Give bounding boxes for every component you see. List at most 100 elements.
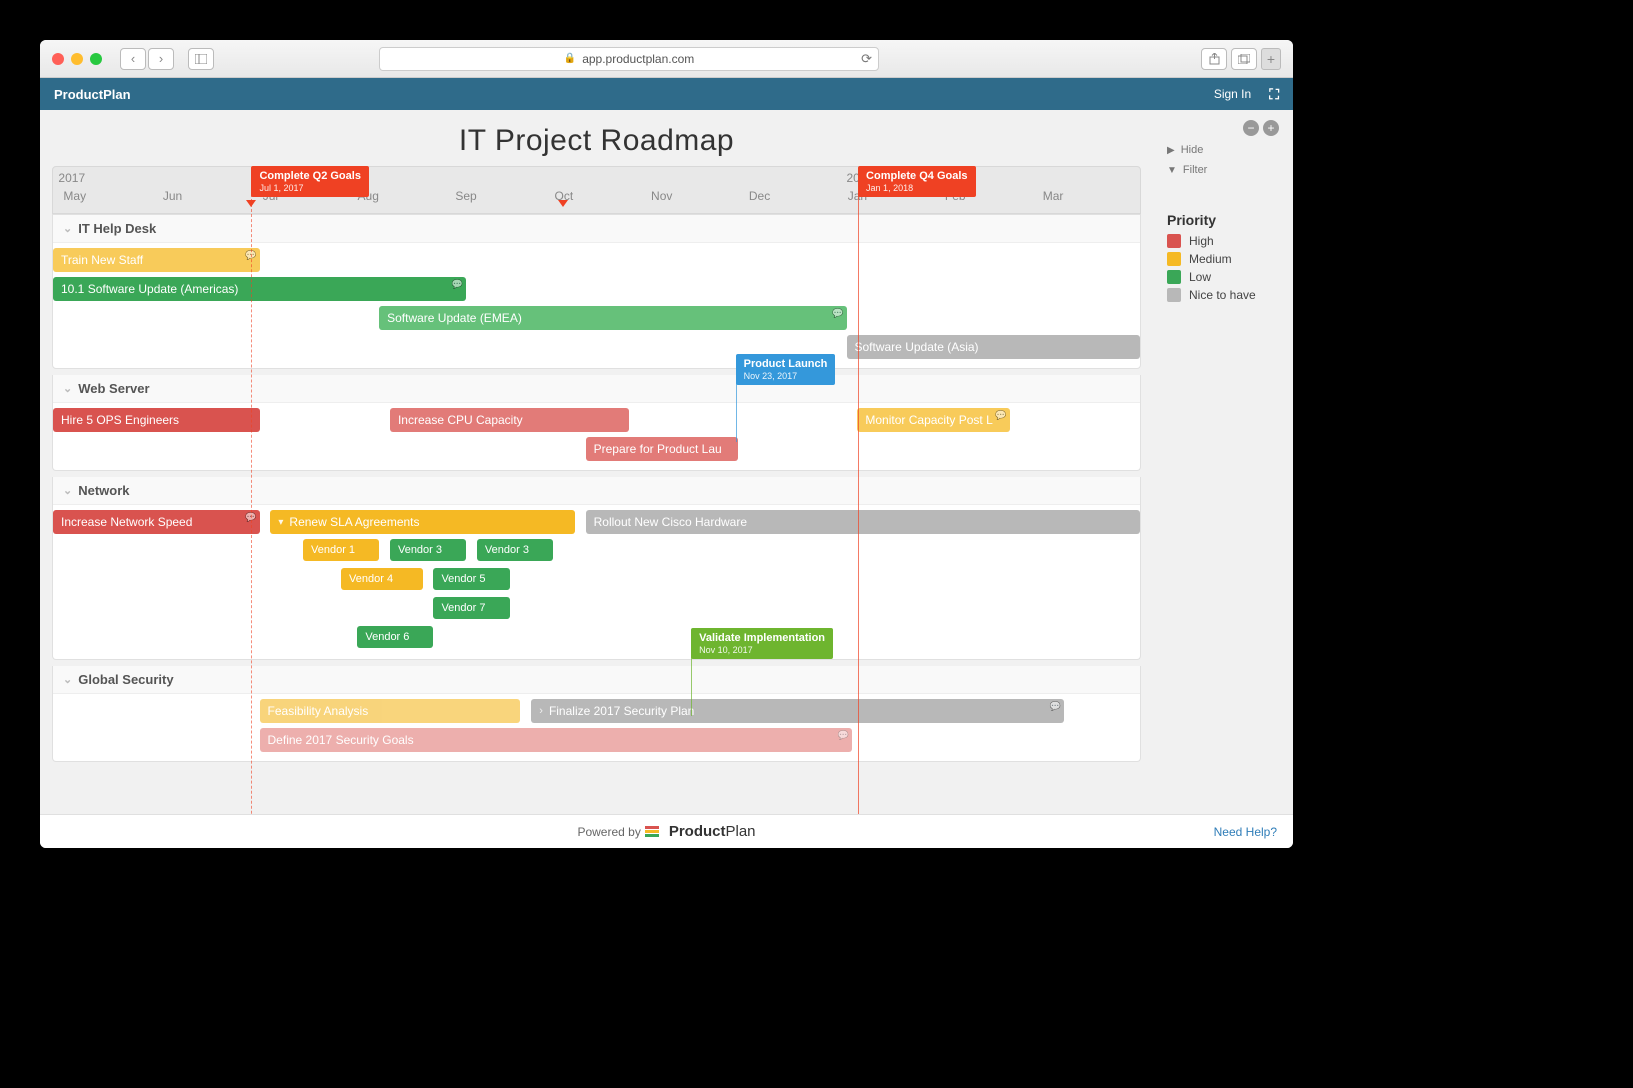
fullscreen-icon[interactable]: ⛶ (1269, 86, 1279, 103)
legend-label: Low (1189, 270, 1211, 284)
roadmap-bar[interactable]: Vendor 3 (477, 539, 553, 561)
timeline-header: 20172018 MayJunJulAugSepOctNovDecJanFebM… (52, 166, 1141, 214)
bar-label: Rollout New Cisco Hardware (594, 515, 747, 529)
legend-label: Medium (1189, 252, 1232, 266)
bar-label: Hire 5 OPS Engineers (61, 413, 179, 427)
chevron-down-icon: ⌄ (63, 222, 72, 235)
month-label: May (63, 189, 86, 203)
legend-label: Nice to have (1189, 288, 1256, 302)
bar-label: Vendor 1 (311, 544, 355, 556)
tabs-icon[interactable] (1231, 48, 1257, 70)
legend-item[interactable]: High (1167, 234, 1279, 248)
legend-item[interactable]: Medium (1167, 252, 1279, 266)
bar-label: Vendor 4 (349, 573, 393, 585)
roadmap-bar[interactable]: Vendor 7 (433, 597, 509, 619)
filter-icon: ▼ (1167, 165, 1177, 176)
bar-label: Increase Network Speed (61, 515, 192, 529)
lane-header[interactable]: ⌄ Network (53, 477, 1140, 505)
lane: ⌄Global Security Feasibility Analysis › Fin… (52, 666, 1141, 762)
bar-label: Renew SLA Agreements (289, 515, 419, 529)
bar-label: Vendor 3 (398, 544, 442, 556)
milestone[interactable]: Complete Q2 GoalsJul 1, 2017 (251, 166, 368, 197)
roadmap-bar[interactable]: Vendor 3 (390, 539, 466, 561)
month-label: Dec (749, 189, 770, 203)
sign-in-link[interactable]: Sign In (1214, 87, 1251, 101)
lane-header[interactable]: ⌄Web Server (53, 375, 1140, 403)
lane-title: IT Help Desk (78, 221, 156, 236)
roadmap-bar[interactable]: Rollout New Cisco Hardware (586, 510, 1140, 534)
browser-window: ‹ › 🔒 app.productplan.com ⟳ + ProductPla… (40, 40, 1293, 848)
chevron-down-icon: ⌄ (63, 484, 72, 497)
roadmap-bar[interactable]: Software Update (EMEA)💬 (379, 306, 846, 330)
powered-by-label: Powered by (577, 825, 640, 839)
year-label: 2017 (58, 171, 85, 185)
share-icon[interactable] (1201, 48, 1227, 70)
chevron-right-icon: › (539, 705, 543, 717)
url-bar[interactable]: 🔒 app.productplan.com ⟳ (379, 47, 879, 71)
url-text: app.productplan.com (582, 52, 694, 66)
milestone[interactable]: Product LaunchNov 23, 2017 (736, 354, 836, 385)
roadmap-bar[interactable]: Monitor Capacity Post L💬 (857, 408, 1009, 432)
bar-label: Finalize 2017 Security Plan (549, 704, 694, 718)
lane-header[interactable]: ⌄Global Security (53, 666, 1140, 694)
bar-label: Prepare for Product Lau (594, 442, 722, 456)
app-header: ProductPlan Sign In ⛶ (40, 78, 1293, 110)
roadmap-bar[interactable]: ▾ Renew SLA Agreements (270, 510, 574, 534)
month-label: Jun (163, 189, 182, 203)
roadmap-bar[interactable]: 10.1 Software Update (Americas)💬 (53, 277, 466, 301)
legend-swatch (1167, 234, 1181, 248)
filter-toggle[interactable]: ▼Filter (1167, 164, 1279, 176)
lane: ⌄Web Server Hire 5 OPS Engineers Increase … (52, 375, 1141, 471)
roadmap-bar[interactable]: Vendor 4 (341, 568, 423, 590)
reload-icon[interactable]: ⟳ (861, 51, 872, 67)
bar-label: Vendor 6 (365, 631, 409, 643)
roadmap-bar[interactable]: Software Update (Asia) (847, 335, 1140, 359)
sidebar-toggle-icon[interactable] (188, 48, 214, 70)
lock-icon: 🔒 (564, 53, 576, 64)
roadmap-bar[interactable]: Hire 5 OPS Engineers (53, 408, 260, 432)
legend-label: High (1189, 234, 1214, 248)
roadmap-bar[interactable]: ›Finalize 2017 Security Plan💬 (531, 699, 1064, 723)
help-link[interactable]: Need Help? (1214, 825, 1277, 839)
back-button[interactable]: ‹ (120, 48, 146, 70)
roadmap-bar[interactable]: Vendor 5 (433, 568, 509, 590)
new-tab-button[interactable]: + (1261, 48, 1281, 70)
chevron-down-icon: ⌄ (63, 673, 72, 686)
roadmap-bar[interactable]: Increase Network Speed💬 (53, 510, 260, 534)
comment-icon: 💬 (838, 730, 849, 741)
lane-title: Network (78, 483, 129, 498)
zoom-out-button[interactable]: − (1243, 120, 1259, 136)
footer-brand[interactable]: ProductPlan (669, 823, 756, 840)
traffic-lights (52, 53, 102, 65)
comment-icon: 💬 (452, 279, 463, 290)
bar-label: Vendor 7 (441, 602, 485, 614)
bar-label: Vendor 3 (485, 544, 529, 556)
roadmap-bar[interactable]: Prepare for Product Lau (586, 437, 738, 461)
zoom-in-button[interactable]: + (1263, 120, 1279, 136)
lane: ⌄IT Help DeskTrain New Staff💬10.1 Softwa… (52, 214, 1141, 369)
maximize-icon[interactable] (90, 53, 102, 65)
roadmap-bar[interactable]: Train New Staff💬 (53, 248, 260, 272)
bar-label: Software Update (EMEA) (387, 311, 522, 325)
roadmap-bar[interactable]: Increase CPU Capacity (390, 408, 629, 432)
roadmap-bar[interactable]: Define 2017 Security Goals💬 (260, 728, 852, 752)
chevron-down-icon: ⌄ (63, 382, 72, 395)
milestone[interactable]: Complete Q4 GoalsJan 1, 2018 (858, 166, 975, 197)
minimize-icon[interactable] (71, 53, 83, 65)
milestone[interactable]: Validate ImplementationNov 10, 2017 (691, 628, 833, 659)
titlebar: ‹ › 🔒 app.productplan.com ⟳ + (40, 40, 1293, 78)
hide-toggle[interactable]: ▶Hide (1167, 144, 1279, 156)
roadmap-bar[interactable]: Feasibility Analysis (260, 699, 521, 723)
month-label: Sep (455, 189, 476, 203)
roadmap-bar[interactable]: Vendor 1 (303, 539, 379, 561)
legend-item[interactable]: Nice to have (1167, 288, 1279, 302)
forward-button[interactable]: › (148, 48, 174, 70)
bar-label: Train New Staff (61, 253, 143, 267)
roadmap-bar[interactable]: Vendor 6 (357, 626, 433, 648)
close-icon[interactable] (52, 53, 64, 65)
lane-header[interactable]: ⌄ IT Help Desk (53, 215, 1140, 243)
legend-item[interactable]: Low (1167, 270, 1279, 284)
page-title: IT Project Roadmap (40, 110, 1153, 166)
month-label: Nov (651, 189, 672, 203)
chevron-down-icon: ▾ (278, 517, 283, 528)
